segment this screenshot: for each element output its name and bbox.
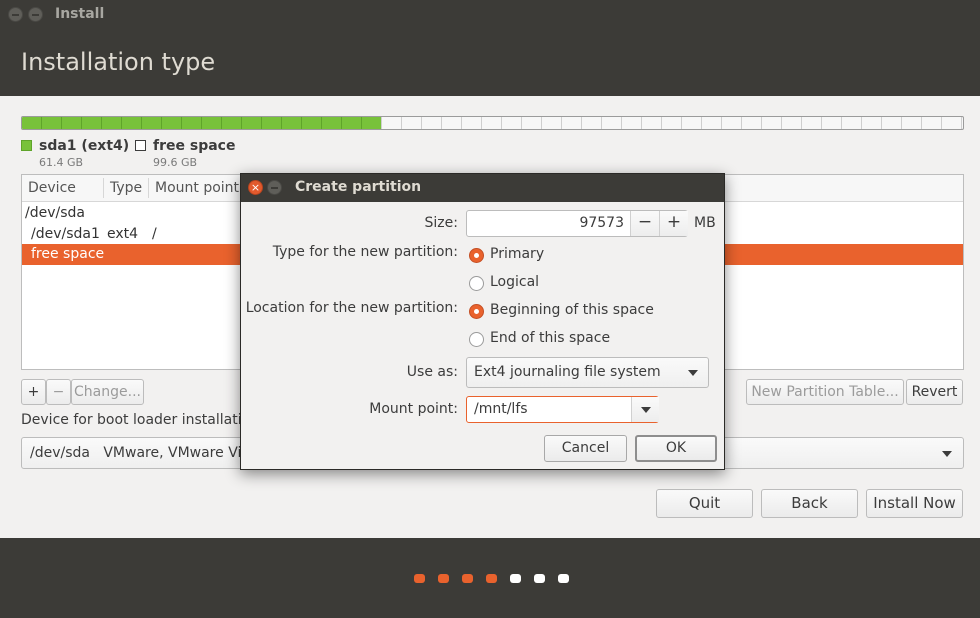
location-beginning-label[interactable]: Beginning of this space xyxy=(490,302,654,318)
column-header-mount[interactable]: Mount point xyxy=(155,180,239,196)
use-as-label: Use as: xyxy=(406,364,458,380)
legend-size: 61.4 GB xyxy=(39,156,84,169)
cell-device: /dev/sda1 xyxy=(31,226,100,242)
change-partition-button[interactable]: Change... xyxy=(71,379,144,405)
install-now-button[interactable]: Install Now xyxy=(866,489,963,518)
mount-point-dropdown-button[interactable] xyxy=(631,397,659,422)
chevron-down-icon xyxy=(942,451,952,457)
cell-mount: / xyxy=(152,226,157,242)
mount-point-label: Mount point: xyxy=(369,401,458,417)
chevron-down-icon xyxy=(641,407,651,413)
cell-device: /dev/sda xyxy=(25,205,85,221)
legend-swatch-sda1 xyxy=(21,140,32,151)
dialog-titlebar: × Create partition xyxy=(241,174,724,202)
location-end-label[interactable]: End of this space xyxy=(490,330,610,346)
quit-button[interactable]: Quit xyxy=(656,489,753,518)
cancel-button[interactable]: Cancel xyxy=(544,435,627,462)
use-as-value: Ext4 journaling file system xyxy=(474,364,661,380)
mount-point-input[interactable]: /mnt/lfs xyxy=(474,401,528,417)
progress-dot-todo xyxy=(510,574,521,583)
location-label: Location for the new partition: xyxy=(245,300,458,316)
remove-partition-button[interactable]: − xyxy=(46,379,71,405)
minimize-icon[interactable] xyxy=(267,180,282,195)
window-title: Install xyxy=(55,6,105,22)
progress-dot-done xyxy=(414,574,425,583)
close-icon[interactable]: × xyxy=(248,180,263,195)
type-primary-label[interactable]: Primary xyxy=(490,246,544,262)
cell-type: ext4 xyxy=(107,226,139,242)
size-spinner[interactable]: 97573 − + xyxy=(466,210,688,237)
legend-size: 99.6 GB xyxy=(153,156,198,169)
add-partition-button[interactable]: + xyxy=(21,379,46,405)
revert-button[interactable]: Revert xyxy=(906,379,963,405)
create-partition-dialog: × Create partition Size: 97573 − + MB Ty… xyxy=(240,173,725,470)
progress-dots xyxy=(0,538,980,618)
type-primary-radio[interactable] xyxy=(469,248,484,263)
progress-dot-done xyxy=(486,574,497,583)
chevron-down-icon xyxy=(688,370,698,376)
partition-bar-used xyxy=(22,117,381,129)
type-logical-radio[interactable] xyxy=(469,276,484,291)
bootloader-selected: /dev/sda VMware, VMware Vi xyxy=(30,445,241,461)
new-partition-table-button[interactable]: New Partition Table... xyxy=(746,379,904,405)
progress-dot-done xyxy=(462,574,473,583)
size-label: Size: xyxy=(424,215,458,231)
location-end-radio[interactable] xyxy=(469,332,484,347)
legend-name: sda1 (ext4) xyxy=(39,138,130,154)
use-as-select[interactable]: Ext4 journaling file system xyxy=(466,357,709,388)
type-label: Type for the new partition: xyxy=(272,244,458,260)
progress-dot-todo xyxy=(534,574,545,583)
back-button[interactable]: Back xyxy=(761,489,858,518)
page-title: Installation type xyxy=(21,48,216,76)
mount-point-combo[interactable]: /mnt/lfs xyxy=(466,396,659,423)
bootloader-description: VMware, VMware Vi xyxy=(103,445,242,461)
ok-button[interactable]: OK xyxy=(635,435,717,462)
legend-swatch-free xyxy=(135,140,146,151)
minimize-window-icon[interactable] xyxy=(28,7,43,22)
size-increment-button[interactable]: + xyxy=(659,211,688,236)
close-window-icon[interactable] xyxy=(8,7,23,22)
progress-dot-todo xyxy=(558,574,569,583)
cell-device: free space xyxy=(31,246,105,262)
dialog-title: Create partition xyxy=(295,179,422,195)
size-decrement-button[interactable]: − xyxy=(630,211,659,236)
progress-dot-done xyxy=(438,574,449,583)
bootloader-label: Device for boot loader installation: xyxy=(21,412,264,428)
partition-bar xyxy=(21,116,964,130)
size-value[interactable]: 97573 xyxy=(467,215,624,231)
bootloader-device: /dev/sda xyxy=(30,445,90,461)
column-header-device[interactable]: Device xyxy=(28,180,76,196)
window-titlebar: Install xyxy=(0,0,980,30)
legend-name: free space xyxy=(153,138,236,154)
type-logical-label[interactable]: Logical xyxy=(490,274,539,290)
column-header-type[interactable]: Type xyxy=(110,180,142,196)
size-unit: MB xyxy=(694,215,716,231)
page-header: Installation type xyxy=(0,30,980,96)
location-beginning-radio[interactable] xyxy=(469,304,484,319)
